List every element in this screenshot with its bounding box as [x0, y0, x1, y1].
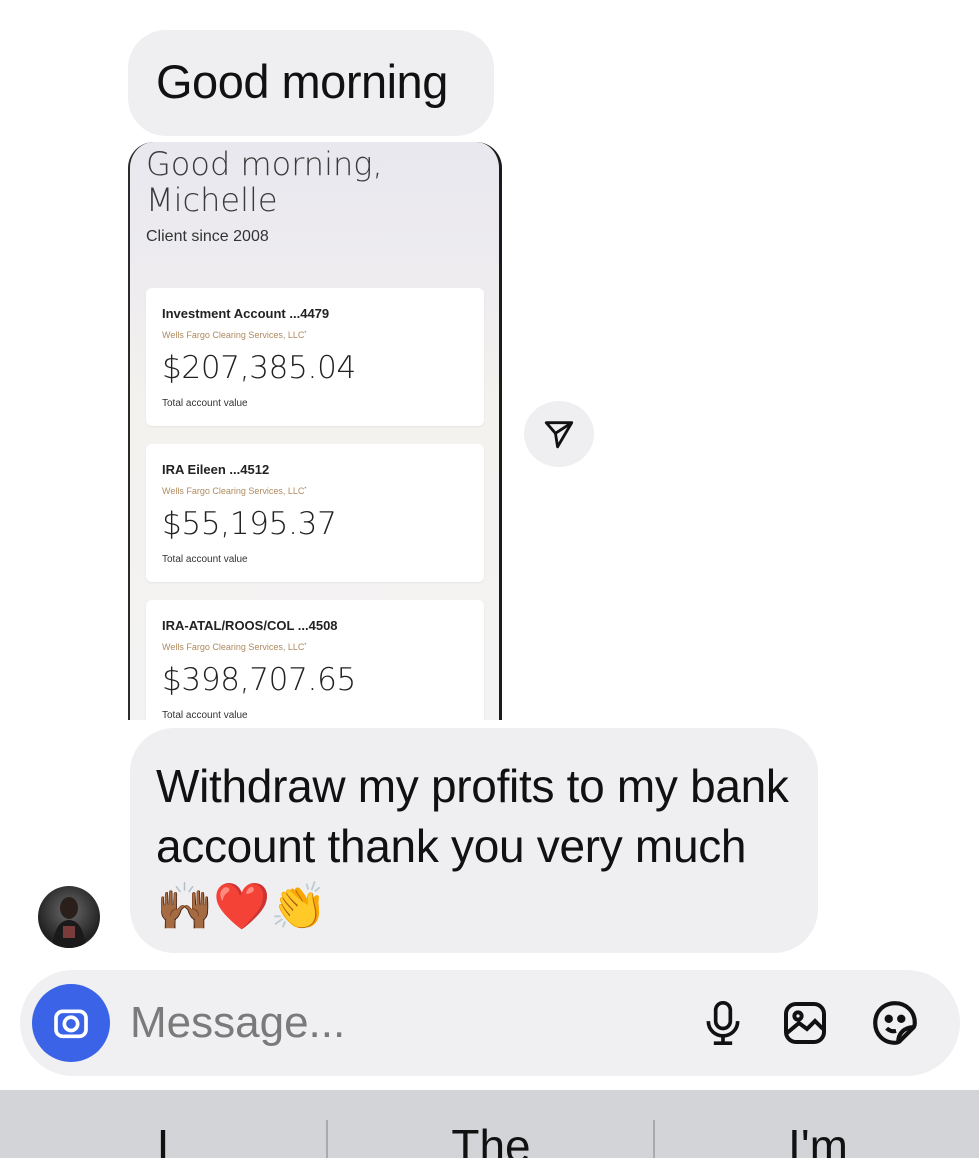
suggestion-2[interactable]: The	[328, 1116, 654, 1158]
message-text: Good morning	[156, 55, 448, 108]
account-firm: Wells Fargo Clearing Services, LLC•	[162, 330, 307, 340]
account-amount: $398,707.65	[162, 662, 356, 698]
account-name: IRA-ATAL/ROOS/COL ...4508	[162, 618, 338, 633]
account-card: Investment Account ...4479 Wells Fargo C…	[146, 288, 484, 426]
camera-icon	[54, 1009, 88, 1039]
message-bubble-reply[interactable]: Withdraw my profits to my bank account t…	[130, 728, 818, 953]
sticker-button[interactable]	[868, 996, 922, 1050]
account-amount: $55,195.37	[162, 506, 337, 542]
suggestion-3[interactable]: I'm	[655, 1116, 979, 1158]
shared-screenshot[interactable]: Good morning, Michelle Client since 2008…	[128, 142, 502, 720]
account-firm: Wells Fargo Clearing Services, LLC•	[162, 486, 307, 496]
message-bubble-good-morning[interactable]: Good morning	[128, 30, 494, 136]
message-composer	[20, 970, 960, 1076]
account-name: IRA Eileen ...4512	[162, 462, 270, 477]
message-input[interactable]	[130, 996, 610, 1050]
paper-plane-icon	[544, 421, 574, 449]
account-value-label: Total account value	[162, 710, 248, 720]
keyboard-suggestion-bar: I The I'm	[0, 1090, 979, 1158]
suggestion-1[interactable]: I	[0, 1116, 326, 1158]
account-amount: $207,385.04	[162, 350, 356, 386]
camera-button[interactable]	[32, 984, 110, 1062]
image-icon	[784, 1002, 826, 1044]
account-value-label: Total account value	[162, 398, 248, 409]
microphone-icon	[706, 1001, 740, 1045]
share-button[interactable]	[524, 401, 594, 467]
microphone-button[interactable]	[696, 996, 750, 1050]
account-value-label: Total account value	[162, 554, 248, 565]
avatar[interactable]	[38, 886, 100, 948]
gallery-button[interactable]	[778, 996, 832, 1050]
avatar-image	[52, 897, 86, 948]
account-card: IRA Eileen ...4512 Wells Fargo Clearing …	[146, 444, 484, 582]
client-since-text: Client since 2008	[146, 228, 269, 245]
account-name: Investment Account ...4479	[162, 306, 330, 321]
account-firm: Wells Fargo Clearing Services, LLC•	[162, 642, 307, 652]
screenshot-greeting: Good morning, Michelle	[146, 145, 383, 219]
sticker-icon	[873, 1001, 917, 1045]
account-card: IRA-ATAL/ROOS/COL ...4508 Wells Fargo Cl…	[146, 600, 484, 720]
message-text: Withdraw my profits to my bank account t…	[156, 760, 789, 932]
